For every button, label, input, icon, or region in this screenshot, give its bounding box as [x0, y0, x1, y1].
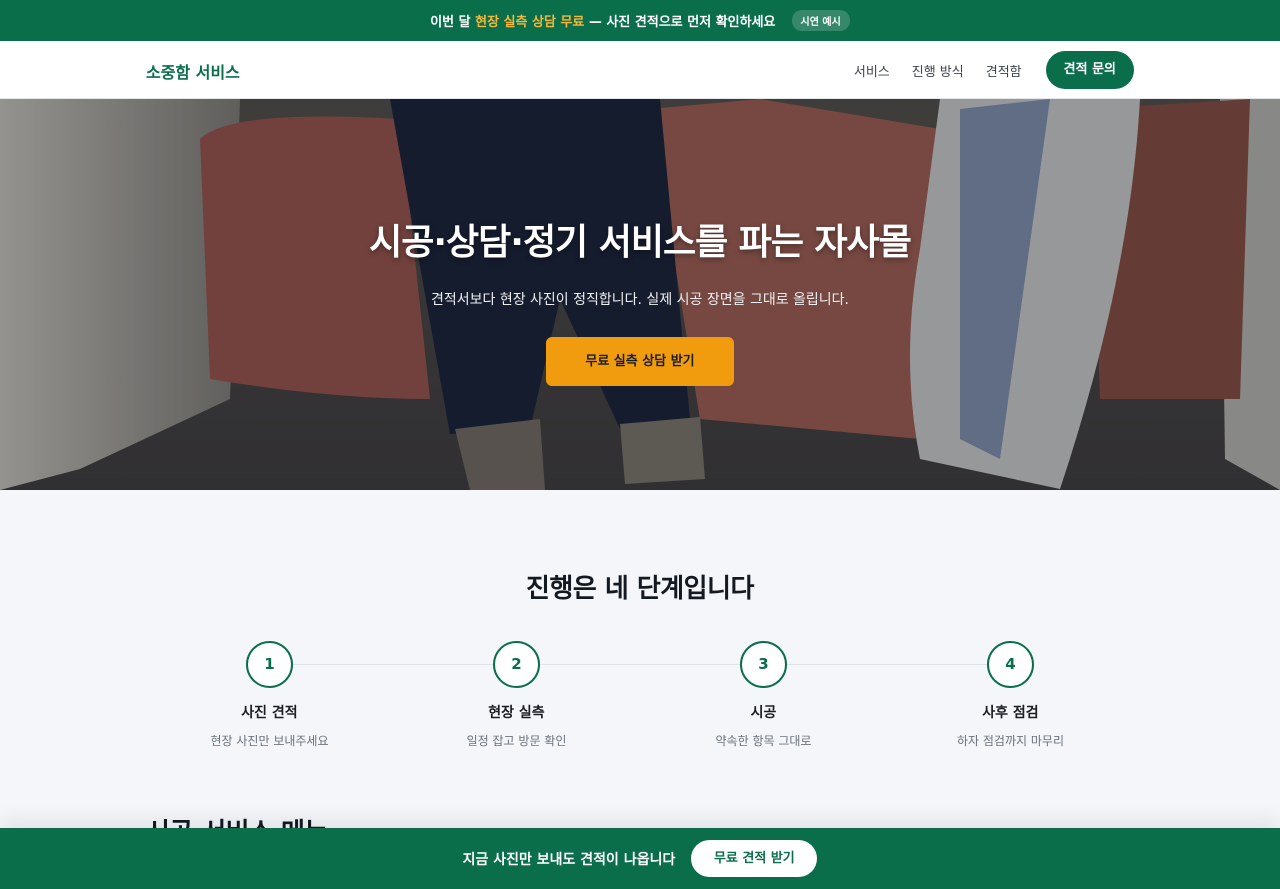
step-number-badge: 1	[246, 641, 293, 688]
sticky-bottom-bar: 지금 사진만 보내도 견적이 나옵니다 무료 견적 받기	[0, 828, 1280, 889]
step-number-badge: 2	[493, 641, 540, 688]
step-title: 사후 점검	[982, 705, 1039, 721]
process-heading: 진행은 네 단계입니다	[526, 574, 754, 604]
announcement-suffix: — 사진 견적으로 먼저 확인하세요	[588, 15, 776, 30]
hero-content: 시공·상담·정기 서비스를 파는 자사몰 견적서보다 현장 사진이 정직합니다.…	[0, 213, 1280, 386]
process-section: 진행은 네 단계입니다 1 사진 견적 현장 사진만 보내주세요 2 현장 실측…	[0, 490, 1280, 749]
announcement-prefix: 이번 달	[430, 15, 471, 30]
hero-section: 시공·상담·정기 서비스를 파는 자사몰 견적서보다 현장 사진이 정직합니다.…	[0, 99, 1280, 490]
site-header: 소중함 서비스 서비스 진행 방식 견적함 견적 문의	[0, 41, 1280, 99]
main-nav: 서비스 진행 방식 견적함 견적 문의	[854, 51, 1134, 89]
free-quote-button[interactable]: 무료 견적 받기	[691, 840, 818, 877]
step-description: 현장 사진만 보내주세요	[210, 734, 329, 748]
step-number-badge: 4	[987, 641, 1034, 688]
announcement-text: 이번 달 현장 실측 상담 무료 — 사진 견적으로 먼저 확인하세요	[430, 11, 775, 30]
step-title: 시공	[750, 705, 777, 721]
nav-services[interactable]: 서비스	[854, 61, 890, 80]
step-title: 사진 견적	[241, 705, 298, 721]
announcement-highlight: 현장 실측 상담 무료	[475, 15, 585, 30]
bottom-bar-text: 지금 사진만 보내도 견적이 나옵니다	[462, 851, 676, 868]
step-title: 현장 실측	[488, 705, 545, 721]
quote-inquiry-button[interactable]: 견적 문의	[1045, 51, 1134, 89]
demo-badge: 시연 예시	[791, 10, 850, 31]
step-description: 일정 잡고 방문 확인	[466, 734, 567, 748]
nav-quote-box[interactable]: 견적함	[986, 61, 1022, 80]
hero-subtitle: 견적서보다 현장 사진이 정직합니다. 실제 시공 장면을 그대로 올립니다.	[430, 292, 850, 308]
process-steps: 1 사진 견적 현장 사진만 보내주세요 2 현장 실측 일정 잡고 방문 확인…	[146, 641, 1134, 749]
step-description: 약속한 항목 그대로	[715, 734, 812, 748]
hero-title: 시공·상담·정기 서비스를 파는 자사몰	[369, 222, 912, 263]
step-item: 4 사후 점검 하자 점검까지 마무리	[887, 641, 1134, 749]
site-logo[interactable]: 소중함 서비스	[146, 59, 240, 83]
step-description: 하자 점검까지 마무리	[957, 734, 1064, 748]
announcement-bar: 이번 달 현장 실측 상담 무료 — 사진 견적으로 먼저 확인하세요 시연 예…	[0, 0, 1280, 41]
step-item: 1 사진 견적 현장 사진만 보내주세요	[146, 641, 393, 749]
step-item: 3 시공 약속한 항목 그대로	[640, 641, 887, 749]
nav-process[interactable]: 진행 방식	[912, 61, 964, 80]
step-item: 2 현장 실측 일정 잡고 방문 확인	[393, 641, 640, 749]
free-measurement-button[interactable]: 무료 실측 상담 받기	[546, 337, 734, 386]
step-number-badge: 3	[740, 641, 787, 688]
